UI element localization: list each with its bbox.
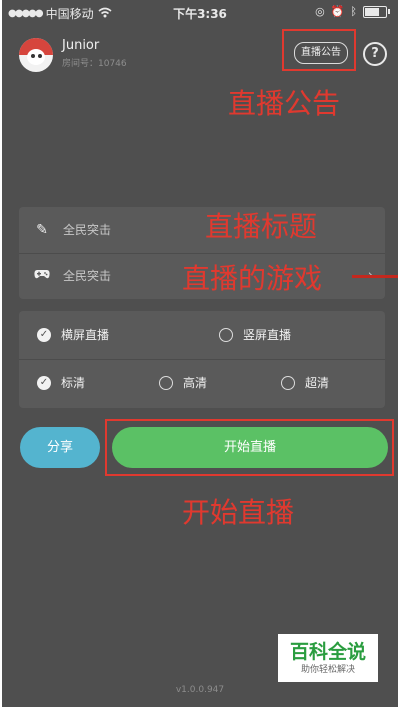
status-right: ◎ ⏰ ᛒ (315, 5, 390, 18)
portrait-option[interactable]: 竖屏直播 (219, 326, 291, 343)
quality-hd-option[interactable]: 高清 (159, 374, 207, 391)
annotation-box-announcement (282, 29, 356, 71)
phone-screen: ●●●●● 中国移动 下午3:36 ◎ ⏰ ᛒ Junior 房间号：10746… (2, 0, 398, 707)
watermark-subtitle: 助你轻松解决 (300, 665, 355, 675)
alarm-icon: ⏰ (330, 5, 345, 18)
battery-tip (388, 9, 390, 14)
room-id: 房间号：10746 (62, 59, 127, 69)
battery-icon (363, 5, 387, 18)
game-value: 全民突击 (63, 269, 112, 283)
quality-sd-option[interactable]: ✓ 标清 (37, 374, 85, 391)
annotation-game: 直播的游戏 (182, 262, 323, 295)
username: Junior (62, 38, 100, 53)
pencil-icon: ✎ (36, 222, 48, 238)
options-panel: ✓ 横屏直播 竖屏直播 ✓ 标清 高清 超清 (19, 311, 385, 408)
annotation-start: 开始直播 (182, 496, 295, 529)
landscape-option[interactable]: ✓ 横屏直播 (37, 326, 109, 343)
status-bar: ●●●●● 中国移动 下午3:36 ◎ ⏰ ᛒ (2, 0, 398, 26)
radio-empty-icon (281, 375, 295, 390)
title-input[interactable]: 全民突击 (63, 221, 111, 239)
watermark-title: 百科全说 (289, 641, 366, 663)
annotation-arrow (352, 275, 398, 278)
help-button[interactable]: ? (363, 42, 387, 66)
quality-sd-label: 标清 (61, 376, 86, 390)
check-icon: ✓ (37, 375, 51, 390)
quality-uhd-option[interactable]: 超清 (281, 374, 329, 391)
annotation-box-start (105, 419, 394, 476)
annotation-announcement: 直播公告 (228, 87, 341, 120)
quality-uhd-label: 超清 (305, 376, 330, 390)
watermark: 百科全说 助你轻松解决 (278, 634, 378, 682)
quality-hd-label: 高清 (183, 376, 208, 390)
title-row[interactable]: ✎ 全民突击 (19, 207, 385, 253)
radio-empty-icon (159, 375, 173, 390)
lock-rotation-icon: ◎ (315, 5, 325, 18)
bluetooth-icon: ᛒ (350, 5, 357, 18)
portrait-label: 竖屏直播 (243, 328, 292, 342)
divider (19, 359, 385, 360)
avatar[interactable] (19, 38, 53, 72)
share-button[interactable]: 分享 (20, 427, 100, 468)
radio-empty-icon (219, 327, 233, 342)
annotation-title: 直播标题 (205, 210, 318, 243)
landscape-label: 横屏直播 (61, 328, 110, 342)
version-label: v1.0.0.947 (175, 685, 225, 695)
gamepad-icon (33, 267, 51, 285)
check-icon: ✓ (37, 327, 51, 342)
